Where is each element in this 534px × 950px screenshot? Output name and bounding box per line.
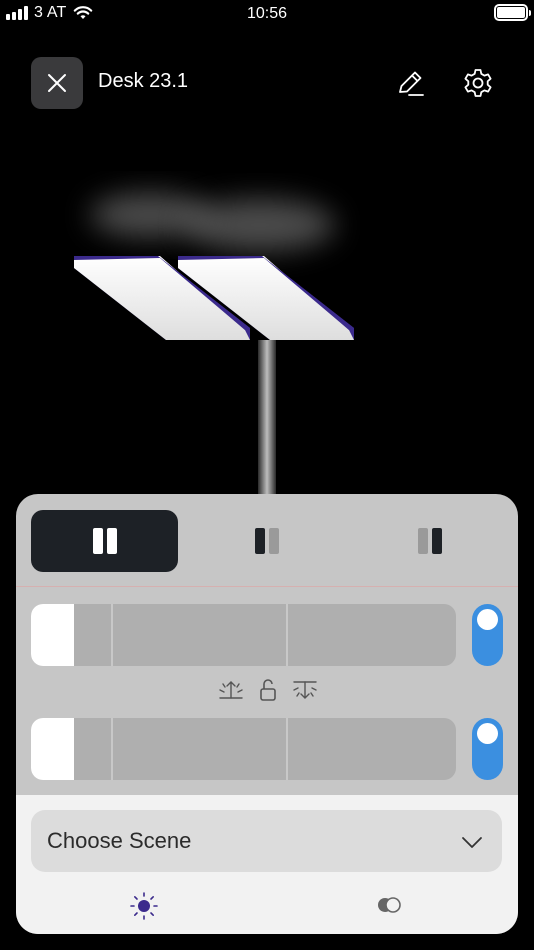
slider-tick	[111, 718, 113, 780]
downlight-brightness-slider[interactable]	[31, 718, 456, 780]
edit-icon[interactable]	[395, 68, 425, 98]
downlight-icon[interactable]	[290, 678, 320, 702]
mode-right-light-button[interactable]	[356, 510, 503, 572]
uplight-brightness-slider[interactable]	[31, 604, 456, 666]
scene-area: Choose Scene	[16, 795, 518, 934]
mode-both-lights-button[interactable]	[31, 510, 178, 572]
uplight-glow	[185, 199, 335, 251]
chevron-down-icon	[462, 837, 482, 848]
battery-icon	[494, 4, 531, 21]
control-panel: Choose Scene	[16, 494, 518, 934]
unlock-icon[interactable]	[258, 678, 278, 702]
left-light-icon	[254, 528, 279, 554]
light-mode-selector	[16, 494, 518, 587]
light-link-controls	[216, 678, 320, 702]
slider-fill	[31, 604, 74, 666]
right-light-icon	[417, 528, 442, 554]
lamp-pole	[258, 340, 276, 520]
toggle-knob	[477, 723, 498, 744]
slider-tick	[286, 718, 288, 780]
clock: 10:56	[246, 5, 288, 22]
choose-scene-dropdown[interactable]: Choose Scene	[31, 810, 502, 872]
scene-dropdown-label: Choose Scene	[47, 828, 192, 853]
mode-left-light-button[interactable]	[193, 510, 340, 572]
status-bar: 3 AT 10:56	[0, 0, 534, 28]
lamp-illustration	[74, 193, 354, 520]
page-title: Desk 23.1	[98, 70, 189, 92]
close-button[interactable]	[31, 57, 83, 109]
slider-tick	[286, 604, 288, 666]
downlight-toggle[interactable]	[472, 718, 503, 780]
uplight-icon[interactable]	[216, 678, 246, 702]
close-icon	[48, 74, 66, 92]
brightness-tab-icon[interactable]	[129, 891, 159, 921]
gear-icon[interactable]	[462, 67, 494, 99]
both-lights-icon	[92, 528, 117, 554]
uplight-toggle[interactable]	[472, 604, 503, 666]
color-tab-icon[interactable]	[373, 893, 405, 917]
toggle-knob	[477, 609, 498, 630]
slider-fill	[31, 718, 74, 780]
slider-tick	[111, 604, 113, 666]
